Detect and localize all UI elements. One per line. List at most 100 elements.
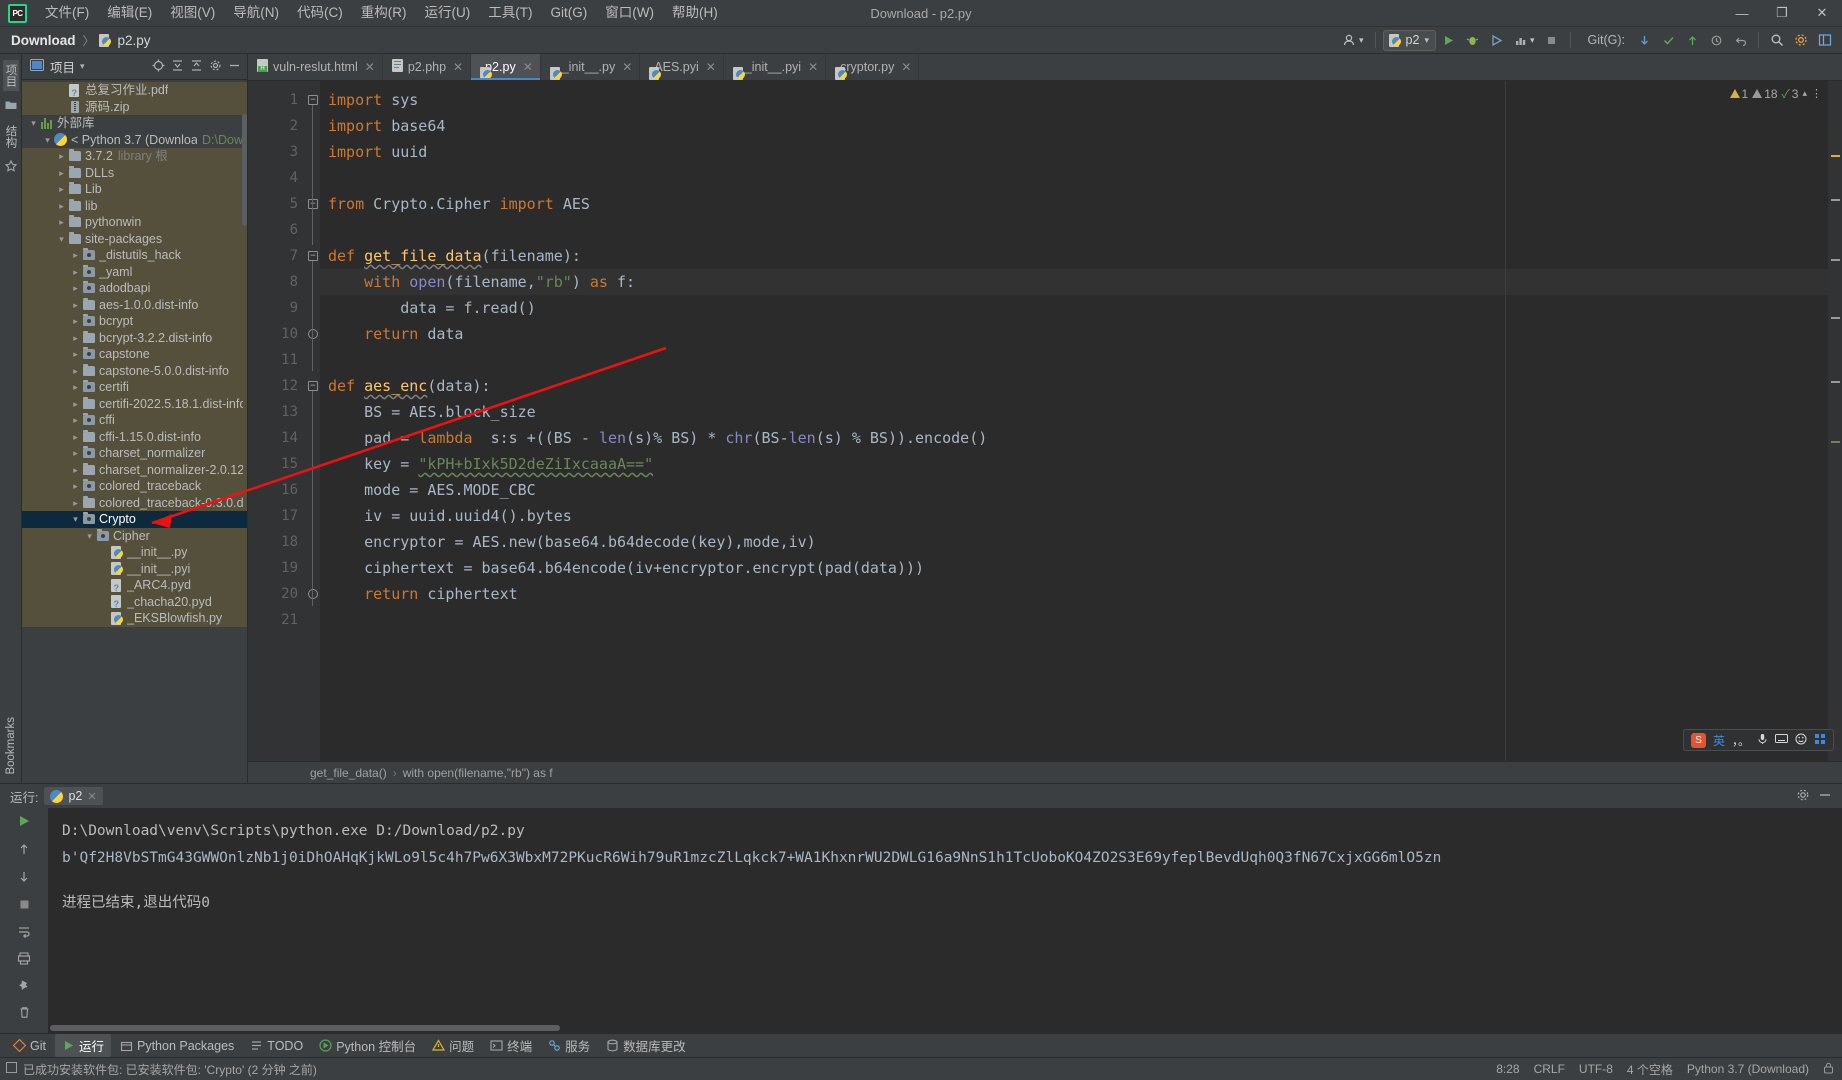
tool-window-button-todo[interactable]: TODO bbox=[243, 1037, 310, 1055]
tree-item-dlls[interactable]: ▸ DLLs bbox=[22, 164, 247, 182]
editor-tab-aes.pyi[interactable]: AES.pyi ✕ bbox=[640, 54, 724, 80]
chevron-down-icon[interactable]: ▾ bbox=[42, 132, 53, 149]
inspection-mark-typo-3[interactable] bbox=[1831, 317, 1840, 319]
rail-item-structure[interactable]: 结构 bbox=[3, 121, 19, 152]
line-separator[interactable]: CRLF bbox=[1534, 1062, 1565, 1076]
close-button[interactable]: ✕ bbox=[1802, 0, 1842, 27]
debug-icon[interactable] bbox=[1462, 29, 1484, 51]
menu-tools[interactable]: 工具(T) bbox=[479, 1, 541, 25]
editor-tab-p2.py[interactable]: p2.py ✕ bbox=[471, 54, 541, 80]
minimize-icon[interactable] bbox=[1818, 788, 1832, 805]
run-icon[interactable] bbox=[1438, 29, 1460, 51]
chevron-down-icon[interactable]: ▾ bbox=[28, 115, 39, 132]
code-line[interactable] bbox=[320, 217, 1828, 243]
inspection-scrollbar[interactable] bbox=[1828, 81, 1842, 761]
close-tab-icon[interactable]: ✕ bbox=[622, 60, 632, 74]
ime-mode-label[interactable]: 英 bbox=[1713, 732, 1725, 749]
fold-marker[interactable]: − bbox=[308, 381, 318, 391]
profile-icon[interactable]: ▾ bbox=[1510, 29, 1539, 51]
coverage-icon[interactable] bbox=[1486, 29, 1508, 51]
code-line[interactable]: def aes_enc(data): bbox=[320, 373, 1828, 399]
tree-item---.zip[interactable]: 源码.zip bbox=[22, 98, 247, 115]
inspection-menu-icon[interactable]: ⋮ bbox=[1811, 87, 1822, 100]
inspection-mark-typo-1[interactable] bbox=[1831, 199, 1840, 201]
code-line[interactable]: from Crypto.Cipher import AES bbox=[320, 191, 1828, 217]
status-message[interactable]: 已成功安装软件包: 已安装软件包: 'Crypto' (2 分钟 之前) bbox=[23, 1061, 317, 1078]
git-history-icon[interactable] bbox=[1705, 29, 1727, 51]
settings-icon[interactable] bbox=[1790, 29, 1812, 51]
tree-item-_distutils_hack[interactable]: ▸ _distutils_hack bbox=[22, 247, 247, 264]
code-line[interactable]: import base64 bbox=[320, 113, 1828, 139]
editor-tab-vuln-reslut.html[interactable]: Hvuln-reslut.html ✕ bbox=[248, 54, 383, 80]
tree-item-colored_traceback-0.3.0.dist-i[interactable]: ▸ colored_traceback-0.3.0.dist-i bbox=[22, 494, 247, 512]
emoji-icon[interactable] bbox=[1795, 733, 1807, 748]
inspection-mark-warning[interactable] bbox=[1831, 155, 1840, 157]
tree-item-certifi[interactable]: ▸ certifi bbox=[22, 379, 247, 396]
run-console-output[interactable]: D:\Download\venv\Scripts\python.exe D:/D… bbox=[48, 808, 1842, 1033]
git-commit-icon[interactable] bbox=[1657, 29, 1679, 51]
python-interpreter[interactable]: Python 3.7 (Download) bbox=[1687, 1062, 1809, 1076]
tree-item-bcrypt[interactable]: ▸ bcrypt bbox=[22, 313, 247, 330]
keyboard-icon[interactable] bbox=[1775, 733, 1788, 747]
tool-window-button---[interactable]: 运行 bbox=[54, 1034, 111, 1057]
gear-icon[interactable] bbox=[1796, 788, 1810, 805]
code-editor[interactable]: import sys import base64 import uuid from … bbox=[320, 81, 1828, 761]
code-line[interactable]: def get_file_data(filename): bbox=[320, 243, 1828, 269]
rail-item-project[interactable]: 项目 bbox=[2, 60, 19, 91]
chevron-right-icon[interactable]: ▸ bbox=[70, 495, 81, 512]
editor-tab-bar[interactable]: Hvuln-reslut.html ✕ p2.php ✕ p2.py ✕ __init__.… bbox=[248, 54, 1842, 81]
stop-icon[interactable] bbox=[1541, 29, 1563, 51]
chevron-right-icon[interactable]: ▸ bbox=[56, 165, 67, 182]
lock-icon[interactable] bbox=[1823, 1062, 1834, 1077]
run-configuration-selector[interactable]: p2 ▾ bbox=[1382, 29, 1436, 51]
chevron-right-icon[interactable]: ▸ bbox=[70, 445, 81, 462]
menu-run[interactable]: 运行(U) bbox=[416, 1, 480, 25]
indent-setting[interactable]: 4 个空格 bbox=[1627, 1061, 1673, 1078]
tree-item-aes-1.0.0.dist-info[interactable]: ▸ aes-1.0.0.dist-info bbox=[22, 296, 247, 313]
bookmark-rail-icon[interactable] bbox=[4, 159, 17, 175]
fold-marker[interactable]: − bbox=[308, 199, 318, 209]
breadcrumb-statement[interactable]: with open(filename,"rb") as f bbox=[403, 766, 553, 780]
code-line[interactable]: import uuid bbox=[320, 139, 1828, 165]
menu-help[interactable]: 帮助(H) bbox=[663, 1, 727, 25]
rail-item-bookmarks[interactable]: Bookmarks bbox=[5, 717, 17, 775]
chevron-right-icon[interactable]: ▸ bbox=[70, 363, 81, 380]
code-line[interactable]: encryptor = AES.new(base64.b64decode(key… bbox=[320, 529, 1828, 555]
chevron-right-icon[interactable]: ▸ bbox=[56, 148, 67, 165]
ime-punctuation-toggle[interactable]: ，。 bbox=[1732, 732, 1750, 749]
tree-item-site-packages[interactable]: ▾ site-packages bbox=[22, 230, 247, 247]
editor-tab-__init__.pyi[interactable]: __init__.pyi ✕ bbox=[724, 54, 827, 80]
ime-floating-bar[interactable]: S 英 ，。 bbox=[1682, 729, 1834, 751]
tree-item-charset_normalizer[interactable]: ▸ charset_normalizer bbox=[22, 445, 247, 462]
inspection-mark-typo-4[interactable] bbox=[1831, 381, 1840, 383]
chevron-right-icon[interactable]: ▸ bbox=[70, 379, 81, 396]
console-horizontal-scrollbar[interactable] bbox=[50, 1025, 560, 1031]
soft-wrap-icon[interactable] bbox=[17, 925, 31, 941]
tree-item-cffi-1.15.0.dist-info[interactable]: ▸ cffi-1.15.0.dist-info bbox=[22, 428, 247, 446]
tree-item-capstone[interactable]: ▸ capstone bbox=[22, 346, 247, 363]
close-tab-icon[interactable]: ✕ bbox=[453, 60, 463, 74]
folder-rail-icon[interactable] bbox=[5, 99, 17, 113]
tree-item-pythonwin[interactable]: ▸ pythonwin bbox=[22, 214, 247, 231]
editor-tab-cryptor.py[interactable]: cryptor.py ✕ bbox=[826, 54, 920, 80]
breadcrumb-function[interactable]: get_file_data() bbox=[310, 766, 387, 780]
typo-count-chip[interactable]: ✓ 3 bbox=[1782, 85, 1799, 102]
layout-icon[interactable] bbox=[1814, 29, 1836, 51]
close-tab-icon[interactable]: ✕ bbox=[808, 60, 818, 74]
target-icon[interactable] bbox=[150, 59, 167, 75]
scroll-up-icon[interactable] bbox=[18, 842, 30, 859]
menu-icon[interactable] bbox=[1814, 733, 1826, 748]
breadcrumb-project[interactable]: Download bbox=[8, 31, 79, 50]
breadcrumb-file[interactable]: p2.py bbox=[115, 31, 154, 50]
code-line[interactable]: with open(filename,"rb") as f: bbox=[320, 269, 1828, 295]
tree-item-adodbapi[interactable]: ▸ adodbapi bbox=[22, 280, 247, 297]
stop-icon[interactable] bbox=[18, 898, 31, 914]
chevron-right-icon[interactable]: ▸ bbox=[70, 346, 81, 363]
code-line[interactable]: ciphertext = base64.b64encode(iv+encrypt… bbox=[320, 555, 1828, 581]
chevron-right-icon[interactable]: ▸ bbox=[70, 429, 81, 446]
code-line[interactable]: return data bbox=[320, 321, 1828, 347]
expand-all-icon[interactable] bbox=[169, 59, 186, 75]
chevron-right-icon[interactable]: ▸ bbox=[56, 214, 67, 231]
fold-marker[interactable] bbox=[308, 589, 318, 599]
tree-item-lib[interactable]: ▸ lib bbox=[22, 197, 247, 214]
